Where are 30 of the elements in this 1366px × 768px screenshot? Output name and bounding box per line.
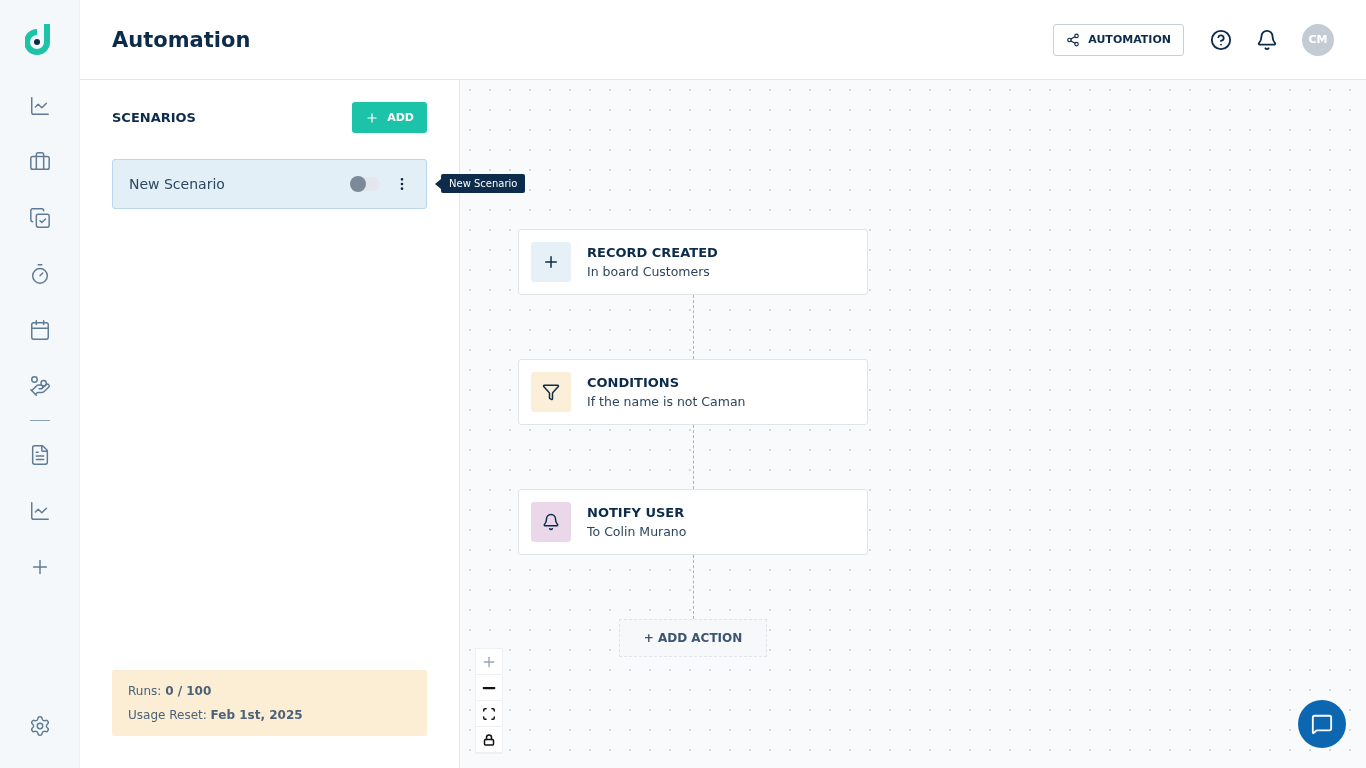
node-subtitle: If the name is not Caman bbox=[587, 394, 746, 409]
bell-icon bbox=[531, 502, 571, 542]
page-title: Automation bbox=[112, 27, 252, 52]
chat-button[interactable] bbox=[1298, 700, 1346, 748]
node-title: NOTIFY USER bbox=[587, 505, 686, 520]
chat-icon bbox=[1311, 713, 1333, 735]
add-action-button[interactable]: + ADD ACTION bbox=[619, 619, 767, 657]
flow-node[interactable]: CONDITIONS If the name is not Caman bbox=[518, 359, 868, 425]
node-subtitle: In board Customers bbox=[587, 264, 711, 279]
help-icon[interactable] bbox=[1210, 28, 1232, 51]
flow-node[interactable]: NOTIFY USER To Colin Murano bbox=[518, 489, 868, 555]
scenario-name: New Scenario bbox=[129, 176, 226, 192]
section-heading: SCENARIOS bbox=[112, 110, 196, 125]
connector-line bbox=[692, 425, 694, 489]
bell-icon[interactable] bbox=[1256, 28, 1278, 51]
tooltip-arrow-icon bbox=[435, 178, 441, 189]
connector-line bbox=[692, 295, 694, 359]
flow-node[interactable]: RECORD CREATED In board Customers bbox=[518, 229, 868, 295]
usage-reset-text: Usage Reset: Feb 1st, 2025 bbox=[128, 708, 304, 722]
filter-icon bbox=[531, 372, 571, 412]
node-subtitle: To Colin Murano bbox=[587, 524, 687, 539]
automation-button[interactable]: AUTOMATION bbox=[1053, 23, 1184, 56]
node-title: CONDITIONS bbox=[587, 375, 681, 390]
share-icon bbox=[1066, 32, 1081, 47]
plus-icon bbox=[531, 242, 571, 282]
runs-text: Runs: 0 / 100 bbox=[128, 684, 213, 698]
toggle-switch[interactable] bbox=[350, 177, 380, 191]
node-title: RECORD CREATED bbox=[587, 245, 718, 260]
connector-line bbox=[692, 555, 694, 619]
plus-icon bbox=[365, 110, 380, 125]
